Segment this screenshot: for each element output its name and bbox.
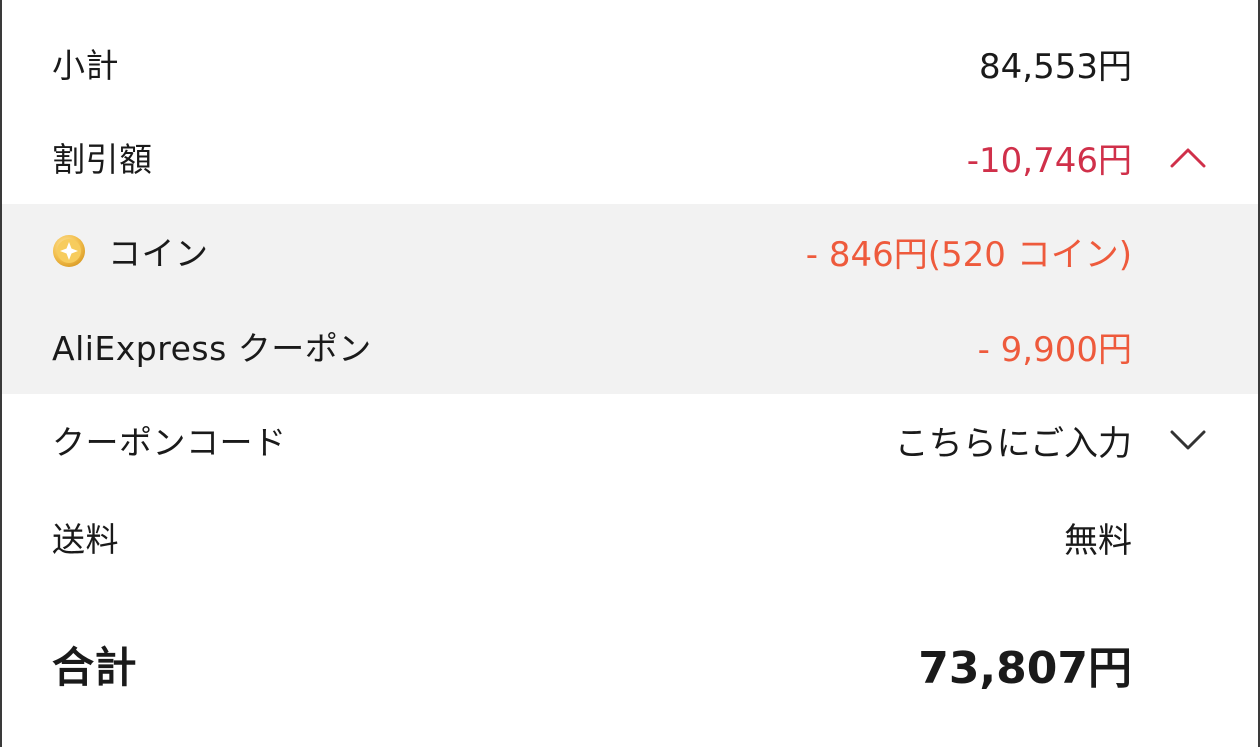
shipping-label: 送料 bbox=[52, 520, 119, 559]
coin-icon bbox=[52, 234, 86, 268]
aliexpress-coupon-value: - 9,900円 bbox=[977, 329, 1132, 370]
shipping-row: 送料 無料 bbox=[2, 514, 1258, 561]
chevron-down-icon[interactable] bbox=[1170, 422, 1206, 458]
coupon-code-row[interactable]: クーポンコード こちらにご入力 bbox=[2, 416, 1258, 465]
aliexpress-coupon-label: AliExpress クーポン bbox=[52, 329, 372, 368]
discount-row[interactable]: 割引額 -10,746円 bbox=[2, 134, 1258, 181]
aliexpress-coupon-row: AliExpress クーポン - 9,900円 bbox=[2, 323, 1258, 370]
chevron-up-icon[interactable] bbox=[1170, 139, 1206, 175]
total-label: 合計 bbox=[52, 642, 138, 692]
total-value: 73,807円 bbox=[918, 643, 1132, 694]
subtotal-row: 小計 84,553円 bbox=[2, 40, 1258, 87]
coupon-code-input-prompt[interactable]: こちらにご入力 bbox=[895, 416, 1132, 465]
coins-row: コイン - 846円(520 コイン) bbox=[2, 228, 1258, 275]
discount-label: 割引額 bbox=[52, 140, 153, 179]
subtotal-label: 小計 bbox=[52, 46, 119, 85]
coins-value: - 846円(520 コイン) bbox=[805, 234, 1132, 275]
order-summary-panel: 小計 84,553円 割引額 -10,746円 コイン - 846円(520 コ… bbox=[0, 0, 1260, 747]
shipping-value: 無料 bbox=[1064, 520, 1132, 561]
discount-value: -10,746円 bbox=[966, 140, 1132, 181]
coupon-code-label: クーポンコード bbox=[52, 423, 287, 462]
subtotal-value: 84,553円 bbox=[979, 46, 1132, 87]
total-row: 合計 73,807円 bbox=[2, 634, 1258, 695]
coins-label: コイン bbox=[108, 234, 209, 273]
